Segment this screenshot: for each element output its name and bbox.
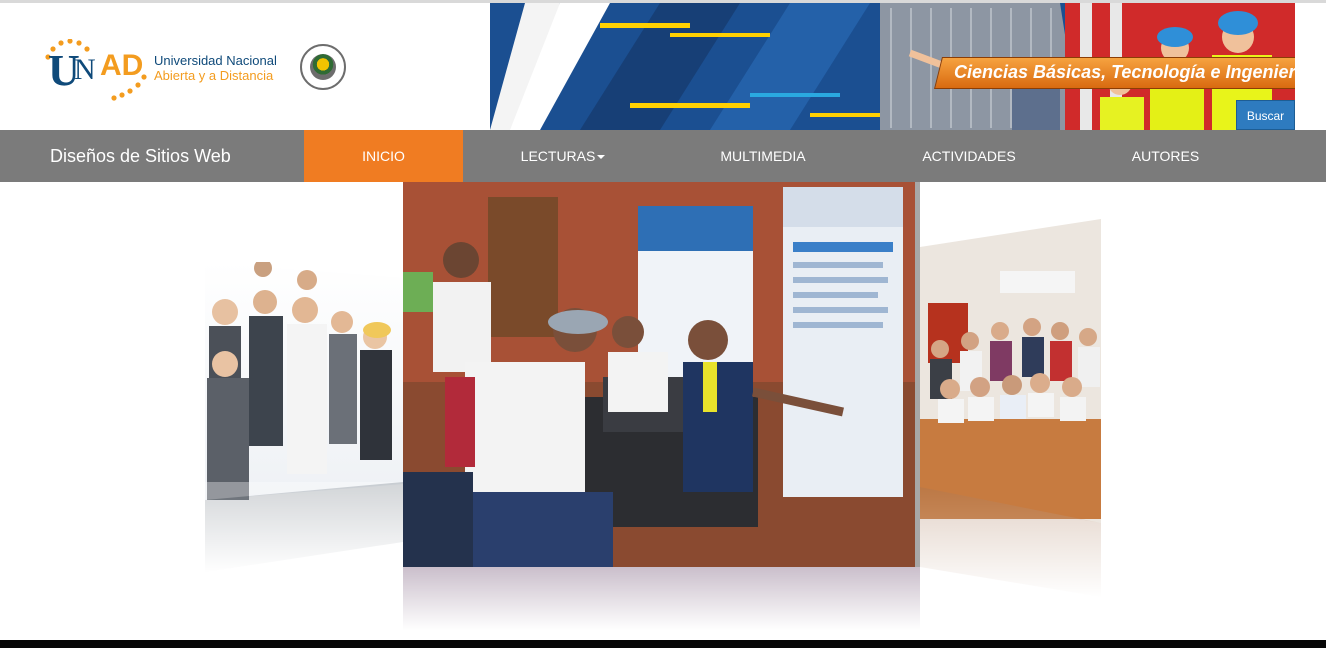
logo-text: Universidad Nacional Abierta y a Distanc… — [154, 53, 277, 83]
search-button[interactable]: Buscar — [1236, 100, 1295, 130]
image-carousel — [0, 182, 1326, 640]
nav-label-inicio: INICIO — [362, 148, 405, 164]
os-taskbar — [0, 640, 1326, 648]
nav-item-autores[interactable]: AUTORES — [1075, 130, 1256, 182]
nav-item-actividades[interactable]: ACTIVIDADES — [863, 130, 1075, 182]
logo-letter-n: N — [74, 53, 96, 86]
nav-label-autores: AUTORES — [1131, 148, 1200, 164]
caret-down-icon — [597, 155, 606, 160]
carousel-reflection-left — [205, 482, 403, 592]
nav-item-multimedia[interactable]: MULTIMEDIA — [663, 130, 863, 182]
unad-logo-mark: U N AD — [44, 39, 148, 101]
colombia-seal-icon — [300, 44, 346, 90]
logo-line-2: Abierta y a Distancia — [154, 68, 274, 83]
navbar-brand[interactable]: Diseños de Sitios Web — [50, 146, 231, 167]
nav-label-multimedia: MULTIMEDIA — [720, 148, 806, 164]
nav-label-actividades: ACTIVIDADES — [922, 148, 1016, 164]
carousel-slide-center[interactable] — [403, 182, 920, 567]
nav-label-lecturas: LECTURAS — [520, 148, 596, 164]
nav-item-lecturas[interactable]: LECTURAS — [463, 130, 663, 182]
main-navbar: Diseños de Sitios Web INICIO LECTURAS MU… — [0, 130, 1326, 182]
header-banner: Ciencias Básicas, Tecnología e Ingenierí… — [490, 3, 1295, 130]
carousel-slide-left[interactable] — [205, 262, 403, 500]
seal-emblem — [310, 54, 336, 80]
logo-letters-ad: AD — [100, 49, 144, 82]
banner-text: Ciencias Básicas, Tecnología e Ingenierí… — [954, 62, 1295, 82]
nav-item-inicio[interactable]: INICIO — [304, 130, 463, 182]
carousel-reflection-center — [403, 567, 920, 630]
carousel-reflection-right — [920, 487, 1101, 607]
unad-logo[interactable]: U N AD Universidad Nacional Abierta y a … — [44, 39, 284, 101]
logo-line-1: Universidad Nacional — [154, 53, 277, 68]
carousel-slide-right[interactable] — [920, 219, 1101, 523]
